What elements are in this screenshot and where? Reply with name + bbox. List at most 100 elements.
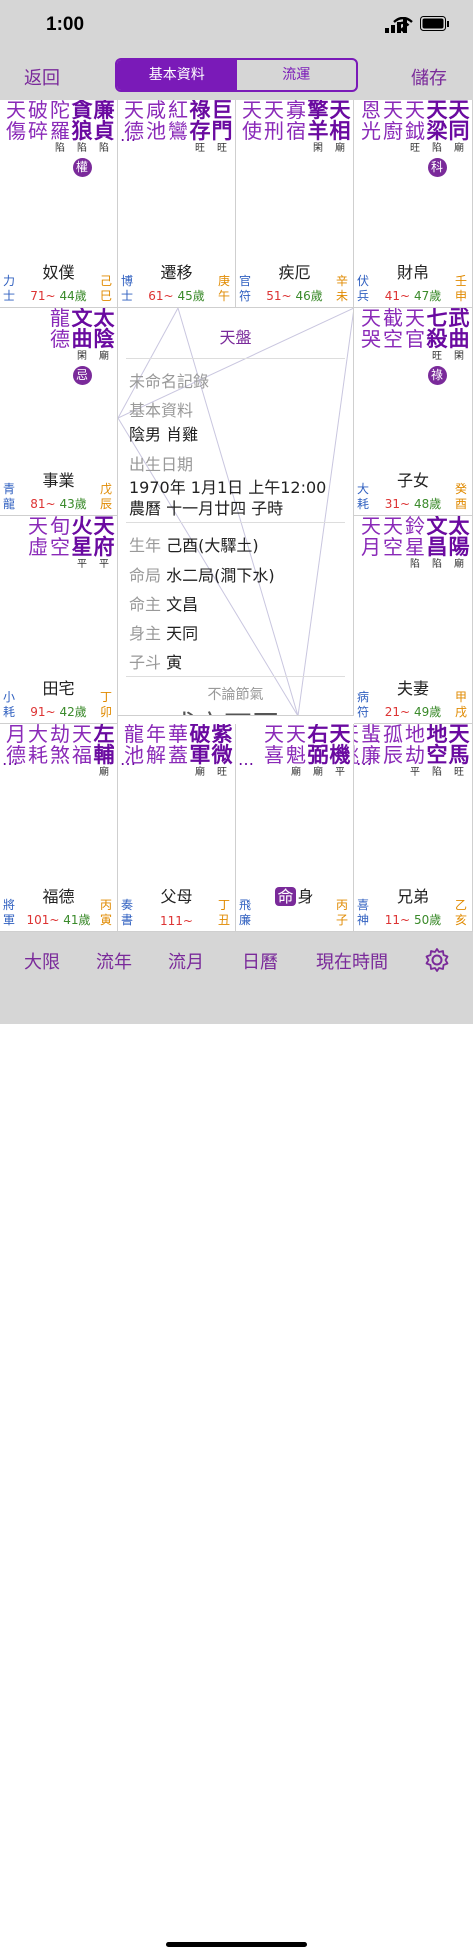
palace-cell[interactable]: 天府平火星平旬空天虛田宅 91~ 42歲 小耗 丁卯 xyxy=(0,516,118,724)
star-name: 解 xyxy=(146,743,166,767)
star-name: 天 xyxy=(124,100,144,122)
ganzhi-label: 己巳 xyxy=(100,274,113,303)
star-name: 天 xyxy=(405,308,425,330)
star-column: 孤辰 xyxy=(382,724,404,780)
gear-icon[interactable] xyxy=(424,947,450,973)
star-name: 馬 xyxy=(448,743,470,767)
more-indicator[interactable]: … xyxy=(120,750,136,769)
star-name: 天 xyxy=(329,724,351,746)
star-column: 鈴星陷 xyxy=(404,516,426,572)
xiaoxian-age: 42歲 xyxy=(59,705,87,719)
boshi-star: 飛廉 xyxy=(239,898,252,927)
star-name: 武 xyxy=(448,308,470,330)
status-bar: 1:00 xyxy=(0,0,473,50)
star-name: 地 xyxy=(405,724,425,746)
palace-label: 財帛 xyxy=(396,263,429,282)
brightness-label: 旺 xyxy=(432,351,442,362)
star-name: 宿 xyxy=(286,119,306,143)
brightness-label: 陷 xyxy=(55,143,65,154)
palace-cell[interactable]: 紫微旺破軍廟華蓋年解龍池… 父母 111~ 奏書 丁丑 xyxy=(118,724,236,932)
current-time-button[interactable]: 現在時間 xyxy=(316,948,388,974)
palace-cell[interactable]: 太陽廟文昌陷鈴星陷天空天月夫妻 21~ 49歲 病符 甲戌 xyxy=(354,516,473,724)
daxian-button[interactable]: 大限 xyxy=(24,948,60,974)
tab-flow[interactable]: 流運 xyxy=(237,60,357,90)
boshi-star: 官符 xyxy=(239,274,252,303)
star-name: 辰 xyxy=(383,743,403,767)
star-column: 文曲閑忌 xyxy=(71,308,93,385)
star-name: 弼 xyxy=(307,743,329,767)
palace-cell[interactable]: 武曲閑七殺旺祿天官截空天哭子女 31~ 48歲 大耗 癸酉 xyxy=(354,308,473,516)
more-indicator[interactable]: … xyxy=(238,750,254,769)
ming-badge: 命 xyxy=(275,887,296,906)
star-column: 天虛 xyxy=(27,516,49,572)
brightness-label: 廟 xyxy=(313,767,323,778)
star-column: 龍德 xyxy=(49,308,71,385)
daxian-start: 61~ xyxy=(148,289,174,303)
more-indicator[interactable]: … xyxy=(356,750,372,769)
daxian-start: 31~ xyxy=(384,497,411,511)
star-name: 羅 xyxy=(50,119,70,143)
star-column: 天機平 xyxy=(329,724,351,780)
liunian-button[interactable]: 流年 xyxy=(96,948,132,974)
palace-cell[interactable]: 左輔廟天福劫煞大耗月德… 福德 101~ 41歲 將軍 丙寅 xyxy=(0,724,118,932)
star-name: 文 xyxy=(71,308,93,330)
star-name: 孤 xyxy=(383,724,403,746)
star-name: 虛 xyxy=(28,535,48,559)
brightness-label: 旺 xyxy=(195,143,205,154)
jieqi-note: 不論節氣 xyxy=(207,687,264,703)
more-indicator[interactable]: … xyxy=(2,750,18,769)
star-column: 廉貞陷 xyxy=(93,100,115,177)
boshi-star: 博士 xyxy=(121,274,134,303)
liuyue-button[interactable]: 流月 xyxy=(168,948,204,974)
palace-cell[interactable]: 天馬旺地空陷地劫平孤辰蜚廉天姚…兄弟11~ 50歲喜神乙亥 xyxy=(354,724,473,932)
star-name: 天 xyxy=(264,100,284,122)
birth-label: 出生日期 xyxy=(129,455,194,474)
brightness-label: 平 xyxy=(77,559,87,570)
calendar-button[interactable]: 日曆 xyxy=(242,948,278,974)
palace-label: 子女 xyxy=(396,471,429,490)
daxian-start: 71~ xyxy=(30,289,56,303)
palace-label: 事業 xyxy=(42,471,75,490)
palace-label: 福德 xyxy=(42,887,75,906)
star-name: 七 xyxy=(426,308,448,330)
star-name: 貪 xyxy=(71,100,93,122)
palace-cell[interactable]: 巨門旺祿存旺紅鸞咸池天德… 遷移 61~ 45歲 博士 庚午 xyxy=(118,100,236,308)
palace-cell[interactable]: 廉貞陷貪狼陷權陀羅陷破碎天傷奴僕 71~ 44歲 力士 己巳 xyxy=(0,100,118,308)
ganzhi-label: 甲戌 xyxy=(455,690,468,719)
star-name: 天 xyxy=(448,724,470,746)
star-name: 太 xyxy=(448,516,470,538)
star-column: 天相廟 xyxy=(329,100,351,156)
palace-cell[interactable]: 天相廟擎羊閑寡宿天刑天使疾厄 51~ 46歲 官符 辛未 xyxy=(236,100,354,308)
star-column: 地空陷 xyxy=(426,724,448,780)
star-column: 天梁陷科 xyxy=(426,100,448,177)
tab-basic-info[interactable]: 基本資料 xyxy=(117,60,237,90)
xiaoxian-age: 44歲 xyxy=(59,289,87,303)
palace-cell[interactable]: 天同廟天梁陷科天鉞旺天廚恩光財帛 41~ 47歲 伏兵 壬申 xyxy=(354,100,473,308)
ganzhi-label: 庚午 xyxy=(218,274,231,303)
star-column: 寡宿 xyxy=(285,100,307,156)
ganzhi-label: 壬申 xyxy=(455,274,468,303)
palace-cell[interactable]: 太陰廟文曲閑忌龍德事業 81~ 43歲 青龍 戊辰 xyxy=(0,308,118,516)
star-name: 天 xyxy=(361,516,381,538)
star-name: 天 xyxy=(93,516,115,538)
star-name: 碎 xyxy=(28,119,48,143)
save-button[interactable]: 儲存 xyxy=(411,64,447,90)
star-name: 傷 xyxy=(6,119,26,143)
ganzhi-label: 辛未 xyxy=(336,274,349,303)
star-column: 劫煞 xyxy=(49,724,71,780)
star-name: 天 xyxy=(264,724,284,746)
xiaoxian-age: 49歲 xyxy=(413,705,442,719)
star-name: 存 xyxy=(189,119,211,143)
star-column: 天魁廟 xyxy=(285,724,307,780)
star-column: 天鉞旺 xyxy=(404,100,426,177)
star-column: 咸池 xyxy=(145,100,167,156)
back-button[interactable]: 返回 xyxy=(24,64,60,90)
brightness-label: 旺 xyxy=(454,767,464,778)
star-name: 左 xyxy=(93,724,115,746)
star-name: 天 xyxy=(242,100,262,122)
palace-cell[interactable]: 天機平右弼廟天魁廟天喜… 命身 飛廉 丙子 xyxy=(236,724,354,932)
star-name: 天 xyxy=(426,100,448,122)
more-indicator[interactable]: … xyxy=(120,126,136,145)
star-name: 同 xyxy=(448,119,470,143)
palace-label: 身 xyxy=(297,887,314,906)
